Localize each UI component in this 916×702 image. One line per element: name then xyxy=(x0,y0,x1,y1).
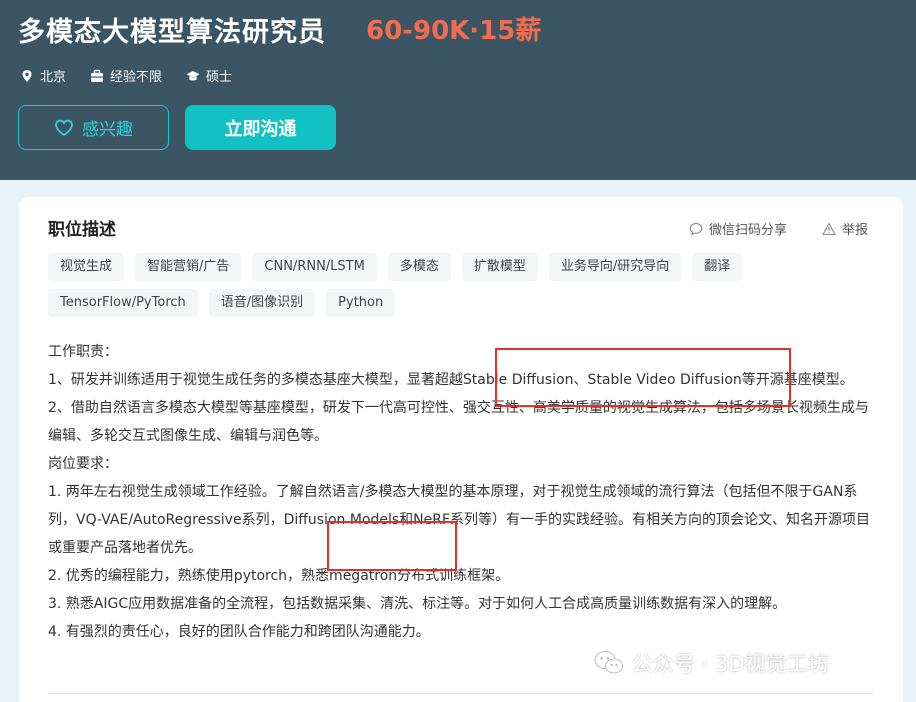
section-title: 职位描述 xyxy=(48,220,116,240)
skill-tag[interactable]: TensorFlow/PyTorch xyxy=(48,289,198,317)
skill-tag[interactable]: 业务导向/研究导向 xyxy=(548,253,682,281)
share-label: 微信扫码分享 xyxy=(709,223,788,238)
heart-icon xyxy=(55,119,73,136)
watermark: 公众号 · 3D视觉工坊 xyxy=(594,648,829,678)
education-item: 硕士 xyxy=(186,66,232,85)
job-title: 多模态大模型算法研究员 xyxy=(18,17,326,48)
skill-tag[interactable]: Python xyxy=(326,289,396,317)
chat-label: 立即沟通 xyxy=(224,118,297,140)
location-item: 北京 xyxy=(20,66,66,85)
skill-tags: 视觉生成 智能营销/广告 CNN/RNN/LSTM 多模态 扩散模型 业务导向/… xyxy=(48,253,868,317)
skill-tag[interactable]: 扩散模型 xyxy=(461,253,538,281)
watermark-text: 公众号 · 3D视觉工坊 xyxy=(632,652,829,676)
skill-tag[interactable]: 多模态 xyxy=(387,253,451,281)
experience-text: 经验不限 xyxy=(110,70,163,85)
location-pin-icon xyxy=(22,69,32,82)
wechat-icon xyxy=(594,651,623,674)
skill-tag[interactable]: CNN/RNN/LSTM xyxy=(252,253,377,281)
job-meta: 北京 经验不限 硕士 xyxy=(20,66,232,85)
interest-label: 感兴趣 xyxy=(82,120,133,140)
chat-bubble-icon xyxy=(689,222,703,236)
location-text: 北京 xyxy=(40,70,67,85)
report-link[interactable]: 举报 xyxy=(822,219,868,238)
description-line: 2. 优秀的编程能力，熟练使用pytorch，熟悉megatron分布式训练框架… xyxy=(48,568,510,584)
description-line: 3. 熟悉AIGC应用数据准备的全流程，包括数据采集、清洗、标注等。对于如何人工… xyxy=(48,596,787,612)
description-line: 4. 有强烈的责任心，良好的团队合作能力和跨团队沟通能力。 xyxy=(48,624,430,640)
skill-tag[interactable]: 视觉生成 xyxy=(48,253,125,281)
chat-now-button[interactable]: 立即沟通 xyxy=(185,105,336,150)
skill-tag[interactable]: 智能营销/广告 xyxy=(135,253,242,281)
highlight-box xyxy=(327,521,457,571)
briefcase-icon xyxy=(91,69,104,82)
salary: 60-90K·15薪 xyxy=(366,16,542,46)
description-line: 1. 两年左右视觉生成领域工作经验。了解自然语言/多模态大模型的基本原理，对于视… xyxy=(48,484,871,556)
wechat-share-link[interactable]: 微信扫码分享 xyxy=(689,219,787,238)
description-line: 岗位要求： xyxy=(48,456,118,472)
education-text: 硕士 xyxy=(206,70,233,85)
job-header: 多模态大模型算法研究员 60-90K·15薪 北京 经验不限 硕士 感兴趣 立即… xyxy=(0,0,916,180)
skill-tag[interactable]: 翻译 xyxy=(692,253,743,281)
warning-icon xyxy=(822,222,836,235)
graduation-cap-icon xyxy=(186,70,200,80)
interest-button[interactable]: 感兴趣 xyxy=(18,105,169,150)
report-label: 举报 xyxy=(842,223,869,238)
skill-tag[interactable]: 语音/图像识别 xyxy=(208,289,316,317)
experience-item: 经验不限 xyxy=(90,66,162,85)
divider xyxy=(48,693,873,694)
highlight-box xyxy=(495,348,791,407)
job-description-card: 职位描述 微信扫码分享 举报 视觉生成 智能营销/广告 CNN/RNN/LSTM… xyxy=(19,197,903,702)
